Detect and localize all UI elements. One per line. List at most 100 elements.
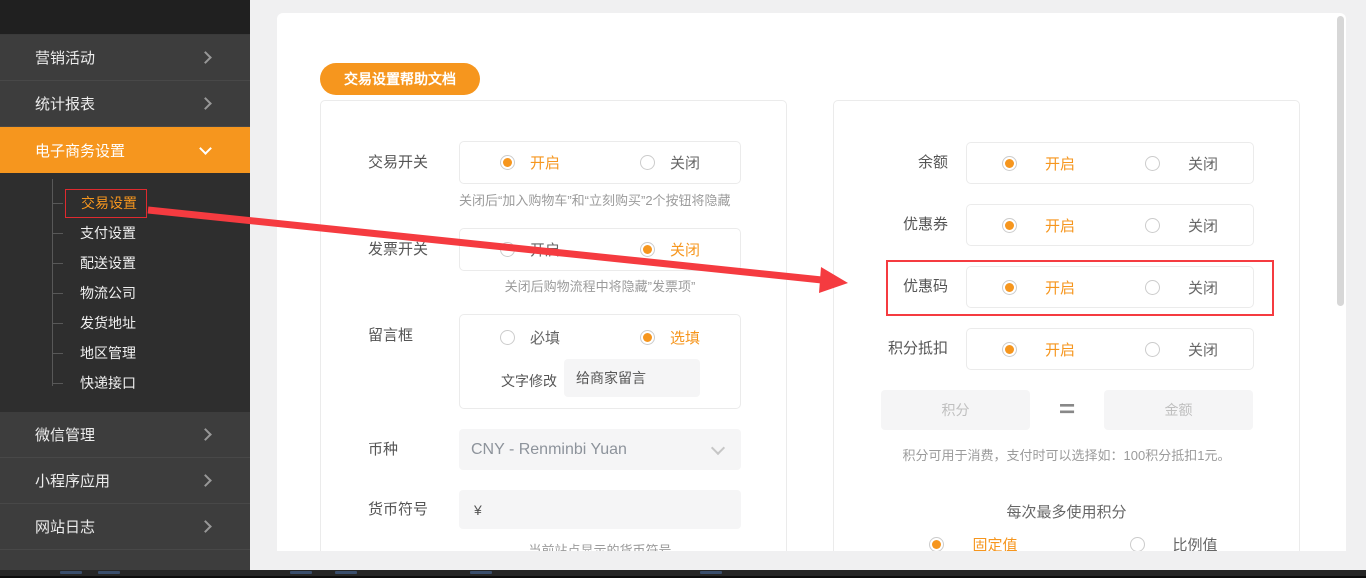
radio-option-label: 开启 — [1044, 155, 1075, 173]
sidebar-subitem-logistics-company[interactable]: 物流公司 — [0, 278, 250, 308]
sidebar-subitem-trade-settings[interactable]: 交易设置 — [0, 188, 250, 218]
radio-option[interactable]: 开启 — [499, 239, 560, 260]
sidebar-item-miniprogram[interactable]: 小程序应用 — [0, 458, 250, 504]
radio-selected-icon — [639, 242, 655, 257]
radio-selected-icon — [1001, 155, 1017, 171]
taskbar-smudge — [290, 571, 312, 574]
balance-label: 余额 — [917, 154, 948, 171]
radio-option[interactable]: 开启 — [1001, 215, 1075, 236]
message-box-text-edit: 文字修改 — [460, 359, 740, 407]
sidebar-item-label: 营销活动 — [35, 50, 96, 67]
radio-option-label: 选填 — [669, 329, 700, 347]
scrollbar-thumb[interactable] — [1337, 16, 1344, 306]
submenu-item-label: 交易设置 — [65, 188, 147, 218]
message-box-radio-group: 必填 选填 — [460, 315, 740, 359]
radio-option-label: 关闭 — [1187, 341, 1218, 359]
points-deduction-radio-group: 开启 关闭 — [966, 328, 1254, 370]
radio-option[interactable]: 比例值 — [1129, 532, 1218, 552]
radio-selected-icon — [929, 536, 945, 551]
radio-unselected-icon — [1129, 536, 1145, 551]
radio-unselected-icon — [1144, 217, 1160, 233]
radio-option[interactable]: 必填 — [499, 327, 560, 348]
sidebar-item-marketing[interactable]: 营销活动 — [0, 35, 250, 81]
submenu-item-label: 物流公司 — [80, 285, 136, 301]
chevron-down-icon — [199, 141, 212, 155]
currency-symbol-input[interactable] — [459, 490, 741, 529]
radio-selected-icon — [1001, 217, 1017, 233]
amount-input[interactable] — [1104, 390, 1253, 430]
radio-option-label: 比例值 — [1172, 536, 1218, 552]
submenu-item-label: 配送设置 — [80, 255, 136, 271]
radio-option[interactable]: 关闭 — [639, 239, 700, 260]
radio-option-label: 关闭 — [1187, 155, 1218, 173]
radio-option-label: 开启 — [1044, 279, 1075, 297]
radio-option-label: 关闭 — [1187, 279, 1218, 297]
sidebar-subitem-payment-settings[interactable]: 支付设置 — [0, 218, 250, 248]
help-doc-button[interactable]: 交易设置帮助文档 — [320, 63, 480, 95]
chevron-right-icon — [199, 474, 212, 487]
sidebar-submenu: 交易设置 支付设置 配送设置 物流公司 发货地址 地区管理 快递接口 — [0, 173, 250, 412]
chevron-right-icon — [199, 428, 212, 441]
radio-option[interactable]: 关闭 — [1144, 215, 1218, 236]
radio-unselected-icon — [499, 242, 515, 257]
radio-option[interactable]: 开启 — [499, 152, 560, 173]
sidebar-item-reports[interactable]: 统计报表 — [0, 81, 250, 127]
sidebar-subitem-delivery-settings[interactable]: 配送设置 — [0, 248, 250, 278]
sidebar-item-site-log[interactable]: 网站日志 — [0, 504, 250, 550]
message-box-label: 留言框 — [368, 327, 414, 344]
radio-option-label: 开启 — [529, 155, 560, 172]
radio-selected-icon — [499, 155, 515, 170]
sidebar-item-label: 小程序应用 — [35, 473, 111, 490]
sidebar-subitem-region-management[interactable]: 地区管理 — [0, 338, 250, 368]
sidebar-item-label: 电子商务设置 — [35, 142, 126, 160]
balance-radio-group: 开启 关闭 — [966, 142, 1254, 184]
sidebar-item-wechat[interactable]: 微信管理 — [0, 412, 250, 458]
chevron-right-icon — [199, 520, 212, 533]
taskbar-smudge — [60, 571, 82, 574]
radio-option[interactable]: 关闭 — [639, 152, 700, 173]
radio-option[interactable]: 固定值 — [929, 532, 1018, 551]
merchant-message-input[interactable] — [564, 359, 700, 397]
taskbar-smudge — [98, 571, 120, 574]
sidebar-subitem-shipping-address[interactable]: 发货地址 — [0, 308, 250, 338]
sidebar-item-ecommerce-settings[interactable]: 电子商务设置 — [0, 127, 250, 173]
chevron-right-icon — [199, 51, 212, 64]
invoice-switch-label: 发票开关 — [368, 241, 429, 258]
radio-option[interactable]: 关闭 — [1144, 277, 1218, 298]
sidebar: 营销活动 统计报表 电子商务设置 交易设置 支付设置 配送设置 物流公司 发货地… — [0, 0, 250, 578]
radio-option[interactable]: 开启 — [1001, 339, 1075, 360]
radio-unselected-icon — [1144, 279, 1160, 295]
invoice-switch-note: 关闭后购物流程中将隐藏”发票项” — [504, 279, 696, 294]
trade-settings-card: 交易开关 开启 关闭 关闭后“加入购物车”和“立刻购买”2个按钮将隐藏 发票开关 … — [320, 100, 787, 551]
message-box-group: 必填 选填 文字修改 — [459, 314, 741, 409]
radio-option[interactable]: 开启 — [1001, 153, 1075, 174]
taskbar-smudge — [335, 571, 357, 574]
trade-switch-note: 关闭后“加入购物车”和“立刻购买”2个按钮将隐藏 — [459, 193, 731, 208]
sidebar-item-label: 网站日志 — [35, 519, 96, 536]
radio-option[interactable]: 选填 — [639, 327, 700, 348]
sidebar-subitem-express-api[interactable]: 快递接口 — [0, 368, 250, 398]
radio-option[interactable]: 关闭 — [1144, 339, 1218, 360]
submenu-item-label: 支付设置 — [80, 225, 136, 241]
radio-selected-icon — [1001, 279, 1017, 295]
points-input[interactable] — [881, 390, 1030, 430]
submenu-item-label: 发货地址 — [80, 315, 136, 331]
radio-unselected-icon — [1144, 341, 1160, 357]
taskbar-smudge — [700, 571, 722, 574]
currency-symbol-note: 当前站点显示的货币符号 — [528, 543, 672, 551]
radio-option-label: 必填 — [529, 329, 560, 347]
radio-selected-icon — [639, 329, 655, 345]
points-deduction-label: 积分抵扣 — [887, 340, 948, 357]
promotion-settings-card: 余额 开启关闭 优惠券 开启关闭 优惠码 开启关闭 积分抵扣 开启关闭 = 积分… — [833, 100, 1300, 551]
submenu-item-label: 地区管理 — [80, 345, 136, 361]
radio-option-label: 关闭 — [669, 242, 700, 259]
radio-option[interactable]: 关闭 — [1144, 153, 1218, 174]
radio-option-label: 开启 — [529, 242, 560, 259]
radio-unselected-icon — [499, 329, 515, 345]
radio-option[interactable]: 开启 — [1001, 277, 1075, 298]
trade-switch-label: 交易开关 — [368, 154, 429, 171]
currency-select-value: CNY - Renminbi Yuan — [471, 440, 627, 458]
max-points-radio-group: 固定值 比例值 — [834, 532, 1299, 551]
taskbar-smudge — [470, 571, 492, 574]
currency-select[interactable]: CNY - Renminbi Yuan — [459, 429, 741, 470]
